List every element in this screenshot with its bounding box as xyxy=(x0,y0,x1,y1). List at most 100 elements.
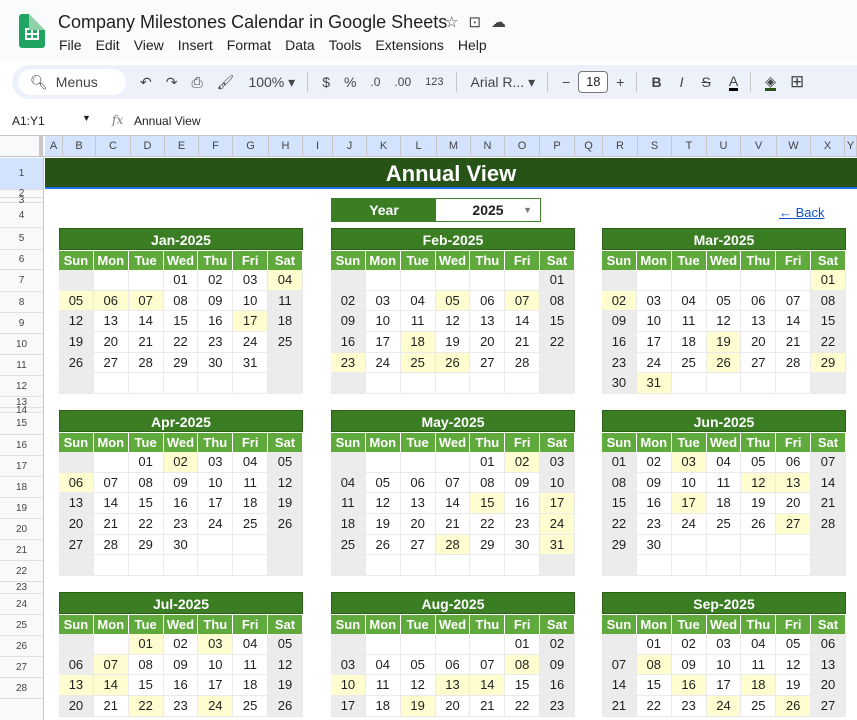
row-header[interactable]: 26 xyxy=(0,636,43,657)
row-header[interactable]: 20 xyxy=(0,519,43,540)
date-cell[interactable]: 19 xyxy=(435,332,471,353)
date-cell[interactable] xyxy=(671,373,707,395)
date-cell[interactable] xyxy=(706,555,742,577)
name-box-dropdown-icon[interactable]: ▼ xyxy=(82,113,91,123)
text-color-button[interactable]: A xyxy=(728,74,739,91)
date-cell[interactable] xyxy=(331,555,366,577)
date-cell[interactable]: 07 xyxy=(93,472,129,494)
date-cell[interactable]: 23 xyxy=(671,696,707,717)
date-cell[interactable]: 19 xyxy=(59,332,94,353)
date-cell[interactable]: 22 xyxy=(163,332,199,353)
date-cell[interactable]: 20 xyxy=(435,696,471,717)
date-cell[interactable]: 02 xyxy=(636,452,672,473)
date-cell[interactable]: 14 xyxy=(93,675,129,697)
date-cell[interactable]: 19 xyxy=(268,493,303,515)
date-cell[interactable] xyxy=(400,634,436,655)
date-cell[interactable]: 09 xyxy=(636,472,672,494)
date-cell[interactable] xyxy=(331,634,366,655)
date-cell[interactable]: 31 xyxy=(540,534,575,556)
date-cell[interactable] xyxy=(435,452,471,473)
date-cell[interactable]: 08 xyxy=(128,654,164,676)
date-cell[interactable]: 08 xyxy=(505,654,541,676)
column-header[interactable]: D xyxy=(131,136,165,156)
date-cell[interactable] xyxy=(198,373,234,395)
chevron-down-icon[interactable]: ▼ xyxy=(523,199,532,221)
date-cell[interactable] xyxy=(365,452,401,473)
date-cell[interactable]: 13 xyxy=(435,675,471,697)
date-cell[interactable]: 15 xyxy=(128,675,164,697)
date-cell[interactable]: 11 xyxy=(741,654,777,676)
row-header[interactable]: 12 xyxy=(0,376,43,397)
date-cell[interactable] xyxy=(331,452,366,473)
column-header[interactable]: I xyxy=(303,136,333,156)
date-cell[interactable] xyxy=(128,555,164,577)
date-cell[interactable]: 10 xyxy=(198,472,234,494)
date-cell[interactable]: 19 xyxy=(776,675,812,697)
date-cell[interactable]: 29 xyxy=(602,534,637,556)
date-cell[interactable]: 01 xyxy=(163,270,199,291)
row-header[interactable]: 24 xyxy=(0,594,43,615)
date-cell[interactable]: 05 xyxy=(59,290,94,312)
date-cell[interactable]: 09 xyxy=(331,311,366,333)
date-cell[interactable]: 26 xyxy=(365,534,401,556)
date-cell[interactable]: 06 xyxy=(470,290,506,312)
date-cell[interactable] xyxy=(435,373,471,395)
menu-view[interactable]: View xyxy=(134,37,164,53)
column-header[interactable]: K xyxy=(367,136,401,156)
number-format-button[interactable]: 123 xyxy=(425,76,443,88)
date-cell[interactable] xyxy=(400,270,436,291)
date-cell[interactable]: 16 xyxy=(198,311,234,333)
date-cell[interactable] xyxy=(268,555,303,577)
row-header[interactable]: 7 xyxy=(0,270,43,292)
date-cell[interactable]: 24 xyxy=(198,696,234,717)
date-cell[interactable] xyxy=(331,373,366,395)
row-header[interactable]: 23 xyxy=(0,582,43,594)
increase-font-icon[interactable]: + xyxy=(616,74,624,90)
date-cell[interactable]: 13 xyxy=(811,654,846,676)
date-cell[interactable]: 11 xyxy=(233,654,269,676)
date-cell[interactable] xyxy=(93,555,129,577)
date-cell[interactable] xyxy=(671,534,707,556)
bold-button[interactable]: B xyxy=(651,74,661,90)
fill-color-icon[interactable]: ◈ xyxy=(765,74,776,91)
date-cell[interactable] xyxy=(505,373,541,395)
annual-view-banner[interactable]: Annual View xyxy=(45,158,857,189)
date-cell[interactable]: 19 xyxy=(400,696,436,717)
date-cell[interactable]: 29 xyxy=(163,352,199,374)
date-cell[interactable]: 21 xyxy=(602,696,637,717)
date-cell[interactable]: 23 xyxy=(198,332,234,353)
date-cell[interactable]: 05 xyxy=(365,472,401,494)
date-cell[interactable]: 30 xyxy=(636,534,672,556)
date-cell[interactable]: 01 xyxy=(470,452,506,473)
date-cell[interactable]: 28 xyxy=(93,534,129,556)
cloud-status-icon[interactable]: ☁ xyxy=(491,13,506,31)
date-cell[interactable]: 22 xyxy=(811,332,846,353)
paint-format-icon[interactable]: 🖌︎ xyxy=(217,74,235,91)
date-cell[interactable]: 19 xyxy=(268,675,303,697)
date-cell[interactable]: 04 xyxy=(365,654,401,676)
column-header[interactable]: C xyxy=(96,136,131,156)
date-cell[interactable]: 16 xyxy=(331,332,366,353)
date-cell[interactable]: 02 xyxy=(602,290,637,312)
date-cell[interactable]: 22 xyxy=(636,696,672,717)
date-cell[interactable]: 06 xyxy=(811,634,846,655)
date-cell[interactable] xyxy=(233,373,269,395)
date-cell[interactable]: 26 xyxy=(435,352,471,374)
date-cell[interactable]: 23 xyxy=(602,352,637,374)
date-cell[interactable]: 10 xyxy=(706,654,742,676)
date-cell[interactable] xyxy=(365,270,401,291)
date-cell[interactable]: 02 xyxy=(505,452,541,473)
date-cell[interactable] xyxy=(435,555,471,577)
date-cell[interactable]: 12 xyxy=(741,472,777,494)
column-header[interactable]: R xyxy=(603,136,638,156)
date-cell[interactable]: 14 xyxy=(128,311,164,333)
row-header[interactable]: 5 xyxy=(0,228,43,250)
date-cell[interactable]: 30 xyxy=(505,534,541,556)
date-cell[interactable]: 06 xyxy=(59,654,94,676)
date-cell[interactable]: 11 xyxy=(365,675,401,697)
date-cell[interactable]: 11 xyxy=(706,472,742,494)
date-cell[interactable] xyxy=(470,634,506,655)
date-cell[interactable]: 26 xyxy=(706,352,742,374)
date-cell[interactable] xyxy=(741,534,777,556)
date-cell[interactable]: 19 xyxy=(365,514,401,535)
